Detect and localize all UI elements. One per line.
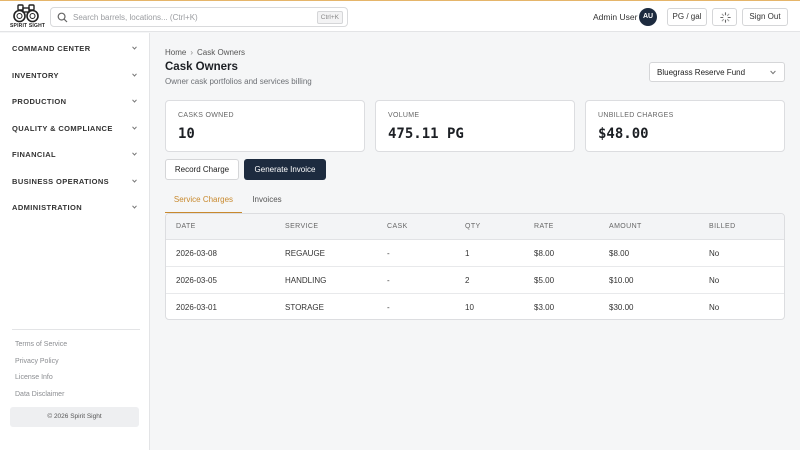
cell-amount: $8.00 (609, 249, 630, 258)
breadcrumb-home[interactable]: Home (165, 48, 186, 57)
footer-link-license[interactable]: License Info (15, 374, 53, 381)
sidebar-item-label: PRODUCTION (12, 97, 67, 106)
user-name: Admin User (593, 12, 638, 22)
fund-select-value: Bluegrass Reserve Fund (657, 68, 746, 77)
cell-qty: 10 (465, 303, 474, 312)
table-row[interactable]: 2026-03-08 REGAUGE - 1 $8.00 $8.00 No (166, 240, 784, 267)
sidebar-item-label: INVENTORY (12, 71, 59, 80)
refresh-button[interactable] (712, 8, 737, 26)
sidebar-divider (12, 329, 140, 330)
chevron-down-icon (770, 70, 776, 75)
copyright: © 2026 Spirit Sight (10, 407, 139, 427)
cell-date: 2026-03-08 (176, 249, 217, 258)
avatar[interactable]: AU (639, 8, 657, 26)
cell-qty: 2 (465, 276, 470, 285)
cell-qty: 1 (465, 249, 470, 258)
sidebar-item-financial[interactable]: FINANCIAL (0, 147, 149, 163)
sidebar-item-label: QUALITY & COMPLIANCE (12, 124, 113, 133)
stat-value: 475.11 PG (388, 126, 464, 142)
cell-billed: No (709, 249, 720, 258)
sidebar-item-quality-compliance[interactable]: QUALITY & COMPLIANCE (0, 121, 149, 137)
sidebar-item-production[interactable]: PRODUCTION (0, 94, 149, 110)
cell-rate: $5.00 (534, 276, 555, 285)
cell-service: REGAUGE (285, 249, 326, 258)
cell-rate: $3.00 (534, 303, 555, 312)
search-input[interactable]: Search barrels, locations... (Ctrl+K) Ct… (50, 7, 348, 27)
footer-link-terms[interactable]: Terms of Service (15, 341, 67, 348)
column-header-qty[interactable]: QTY (465, 223, 481, 230)
service-charges-table: DATE SERVICE CASK QTY RATE AMOUNT BILLED… (165, 213, 785, 320)
stat-card-unbilled-charges: UNBILLED CHARGES $48.00 (585, 100, 785, 152)
cell-cask: - (387, 276, 390, 285)
search-icon (57, 12, 68, 23)
sidebar-item-label: FINANCIAL (12, 150, 57, 159)
sidebar-item-inventory[interactable]: INVENTORY (0, 68, 149, 84)
page-subtitle: Owner cask portfolios and services billi… (165, 77, 312, 86)
chevron-down-icon (132, 205, 137, 209)
breadcrumb: Home › Cask Owners (165, 48, 245, 57)
top-bar: SPIRIT SIGHT Search barrels, locations..… (0, 0, 800, 32)
sidebar-item-label: ADMINISTRATION (12, 203, 83, 212)
page-title: Cask Owners (165, 61, 238, 73)
record-charge-button[interactable]: Record Charge (165, 159, 239, 180)
column-header-date[interactable]: DATE (176, 223, 196, 230)
tab-invoices[interactable]: Invoices (246, 189, 288, 213)
stat-label: UNBILLED CHARGES (598, 112, 674, 119)
cell-cask: - (387, 249, 390, 258)
sidebar-item-business-operations[interactable]: BUSINESS OPERATIONS (0, 174, 149, 190)
cell-date: 2026-03-05 (176, 276, 217, 285)
chevron-down-icon (132, 179, 137, 183)
search-placeholder: Search barrels, locations... (Ctrl+K) (73, 13, 198, 22)
cell-cask: - (387, 303, 390, 312)
sidebar-item-label: BUSINESS OPERATIONS (12, 177, 110, 186)
breadcrumb-separator: › (190, 48, 194, 57)
sidebar-item-administration[interactable]: ADMINISTRATION (0, 200, 149, 216)
stat-label: VOLUME (388, 112, 420, 119)
column-header-service[interactable]: SERVICE (285, 223, 318, 230)
chevron-down-icon (132, 126, 137, 130)
cell-amount: $30.00 (609, 303, 634, 312)
cell-billed: No (709, 303, 720, 312)
column-header-rate[interactable]: RATE (534, 223, 554, 230)
spinner-icon (720, 12, 731, 23)
sidebar: COMMAND CENTER INVENTORY PRODUCTION QUAL… (0, 33, 150, 450)
app-logo[interactable]: SPIRIT SIGHT (10, 4, 46, 31)
column-header-amount[interactable]: AMOUNT (609, 223, 642, 230)
footer-link-disclaimer[interactable]: Data Disclaimer (15, 391, 64, 398)
stat-card-casks-owned: CASKS OWNED 10 (165, 100, 365, 152)
table-row[interactable]: 2026-03-01 STORAGE - 10 $3.00 $30.00 No (166, 294, 784, 319)
stat-label: CASKS OWNED (178, 112, 234, 119)
tab-service-charges[interactable]: Service Charges (165, 189, 242, 213)
chevron-down-icon (132, 46, 137, 50)
footer-link-privacy[interactable]: Privacy Policy (15, 358, 59, 365)
cell-service: STORAGE (285, 303, 324, 312)
sign-out-button[interactable]: Sign Out (742, 8, 788, 26)
table-header: DATE SERVICE CASK QTY RATE AMOUNT BILLED (166, 214, 784, 240)
logo-text: SPIRIT SIGHT (10, 23, 46, 29)
cell-service: HANDLING (285, 276, 327, 285)
cell-billed: No (709, 276, 720, 285)
search-shortcut-badge: Ctrl+K (316, 11, 343, 24)
breadcrumb-current: Cask Owners (197, 48, 246, 57)
sidebar-item-command-center[interactable]: COMMAND CENTER (0, 41, 149, 57)
stat-value: $48.00 (598, 126, 649, 142)
binoculars-icon (13, 4, 39, 23)
table-row[interactable]: 2026-03-05 HANDLING - 2 $5.00 $10.00 No (166, 267, 784, 294)
column-header-cask[interactable]: CASK (387, 223, 408, 230)
unit-toggle-button[interactable]: PG / gal (667, 8, 707, 26)
stat-card-volume: VOLUME 475.11 PG (375, 100, 575, 152)
stat-value: 10 (178, 126, 195, 142)
chevron-down-icon (132, 73, 137, 77)
generate-invoice-button[interactable]: Generate Invoice (244, 159, 326, 180)
column-header-billed[interactable]: BILLED (709, 223, 736, 230)
fund-select[interactable]: Bluegrass Reserve Fund (649, 62, 785, 82)
cell-date: 2026-03-01 (176, 303, 217, 312)
chevron-down-icon (132, 152, 137, 156)
cell-rate: $8.00 (534, 249, 555, 258)
sidebar-item-label: COMMAND CENTER (12, 44, 91, 53)
chevron-down-icon (132, 99, 137, 103)
cell-amount: $10.00 (609, 276, 634, 285)
